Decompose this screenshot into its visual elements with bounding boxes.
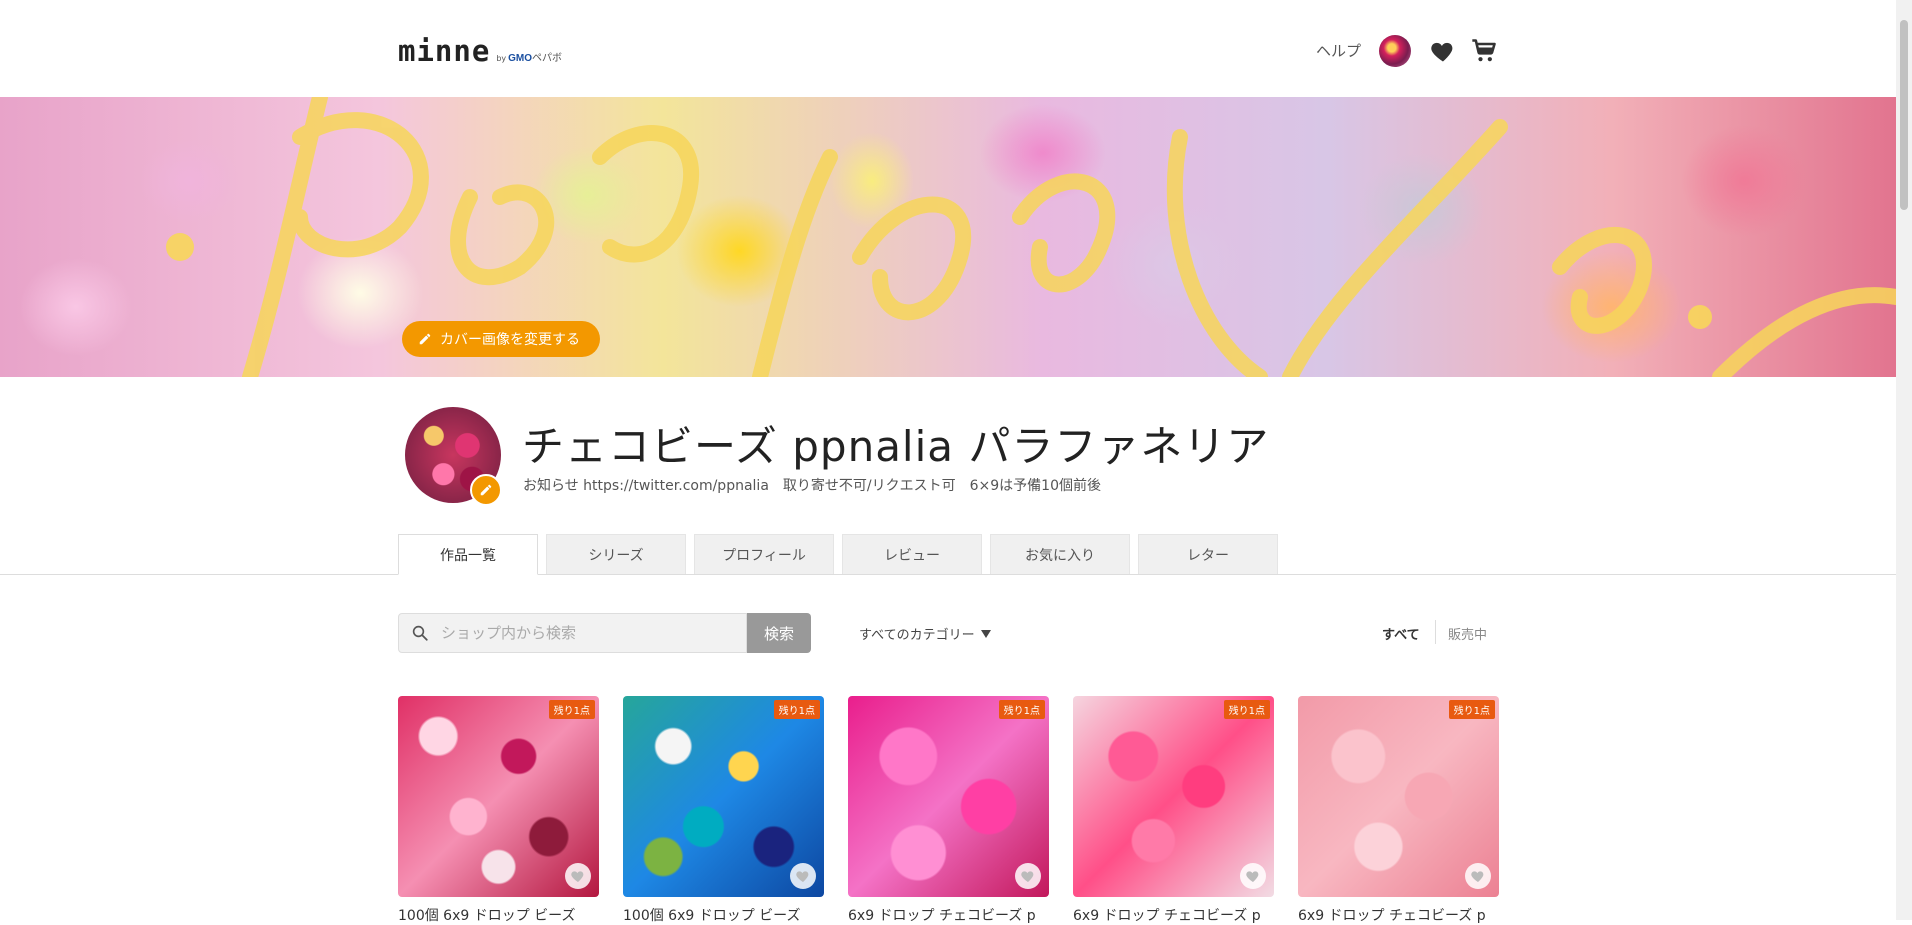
stock-badge: 残り1点 — [773, 700, 820, 719]
shop-search-box — [398, 613, 747, 653]
category-select-label: すべてのカテゴリー — [859, 628, 975, 643]
favorite-button[interactable] — [565, 863, 591, 889]
shop-name: チェコビーズ ppnalia パラファネリア — [522, 422, 1270, 471]
heart-icon — [1471, 871, 1484, 882]
caret-down-icon — [980, 629, 991, 638]
product-card[interactable]: 残り1点 6x9 ドロップ チェコビーズ p — [1073, 696, 1274, 925]
user-avatar[interactable] — [1379, 35, 1411, 67]
stock-badge: 残り1点 — [1223, 700, 1270, 719]
product-title[interactable]: 6x9 ドロップ チェコビーズ p — [848, 905, 1049, 925]
stock-badge: 残り1点 — [998, 700, 1045, 719]
search-button[interactable]: 検索 — [747, 613, 811, 653]
product-card[interactable]: 残り1点 6x9 ドロップ チェコビーズ p — [1298, 696, 1499, 925]
favorite-button[interactable] — [1465, 863, 1491, 889]
cover-script-decoration — [166, 97, 1896, 377]
cover-image — [0, 97, 1896, 377]
heart-icon — [571, 871, 584, 882]
product-card[interactable]: 残り1点 6x9 ドロップ チェコビーズ p — [848, 696, 1049, 925]
filter-separator — [1435, 620, 1436, 644]
tab-series[interactable]: シリーズ — [546, 534, 686, 574]
category-select[interactable]: すべてのカテゴリー — [859, 624, 991, 643]
change-cover-label: カバー画像を変更する — [440, 332, 580, 348]
minne-logo[interactable]: minne by GMO ペパボ — [398, 34, 562, 68]
shop-tabs: 作品一覧 シリーズ プロフィール レビュー お気に入り レター — [398, 534, 1278, 575]
pencil-icon — [419, 333, 431, 345]
change-cover-button[interactable]: カバー画像を変更する — [402, 321, 600, 357]
product-title[interactable]: 100個 6x9 ドロップ ビーズ — [623, 905, 824, 925]
tab-reviews[interactable]: レビュー — [842, 534, 982, 574]
scrollbar-thumb[interactable] — [1900, 20, 1908, 210]
tab-favorites[interactable]: お気に入り — [990, 534, 1130, 574]
logo-by: by — [496, 54, 507, 63]
heart-icon — [1246, 871, 1259, 882]
tab-letter[interactable]: レター — [1138, 534, 1278, 574]
product-title[interactable]: 6x9 ドロップ チェコビーズ p — [1073, 905, 1274, 925]
favorite-button[interactable] — [1240, 863, 1266, 889]
tab-profile[interactable]: プロフィール — [694, 534, 834, 574]
logo-text: minne — [398, 34, 491, 68]
product-image[interactable]: 残り1点 — [623, 696, 824, 897]
heart-icon — [1021, 871, 1034, 882]
logo-pepabo: ペパボ — [532, 53, 563, 64]
filter-all[interactable]: すべて — [1382, 624, 1420, 643]
cart-icon[interactable] — [1470, 37, 1498, 65]
search-icon — [412, 625, 428, 641]
search-input[interactable] — [439, 623, 723, 643]
tab-items[interactable]: 作品一覧 — [398, 534, 538, 575]
product-image[interactable]: 残り1点 — [1073, 696, 1274, 897]
avatar-edit-button[interactable] — [470, 474, 502, 506]
stock-badge: 残り1点 — [548, 700, 595, 719]
shop-description: お知らせ https://twitter.com/ppnalia 取り寄せ不可/… — [523, 478, 1101, 494]
filter-on-sale[interactable]: 販売中 — [1448, 624, 1487, 643]
site-header: minne by GMO ペパボ ヘルプ — [0, 0, 1896, 97]
product-card[interactable]: 残り1点 100個 6x9 ドロップ ビーズ — [623, 696, 824, 925]
heart-icon[interactable] — [1429, 37, 1457, 65]
stock-badge: 残り1点 — [1448, 700, 1495, 719]
product-card[interactable]: 残り1点 100個 6x9 ドロップ ビーズ — [398, 696, 599, 925]
pencil-icon — [480, 484, 492, 496]
product-image[interactable]: 残り1点 — [848, 696, 1049, 897]
product-image[interactable]: 残り1点 — [398, 696, 599, 897]
favorite-button[interactable] — [790, 863, 816, 889]
product-title[interactable]: 6x9 ドロップ チェコビーズ p — [1298, 905, 1499, 925]
product-title[interactable]: 100個 6x9 ドロップ ビーズ — [398, 905, 599, 925]
favorite-button[interactable] — [1015, 863, 1041, 889]
help-link[interactable]: ヘルプ — [1316, 40, 1361, 61]
heart-icon — [796, 871, 809, 882]
logo-gmo: GMO — [508, 53, 533, 64]
product-image[interactable]: 残り1点 — [1298, 696, 1499, 897]
